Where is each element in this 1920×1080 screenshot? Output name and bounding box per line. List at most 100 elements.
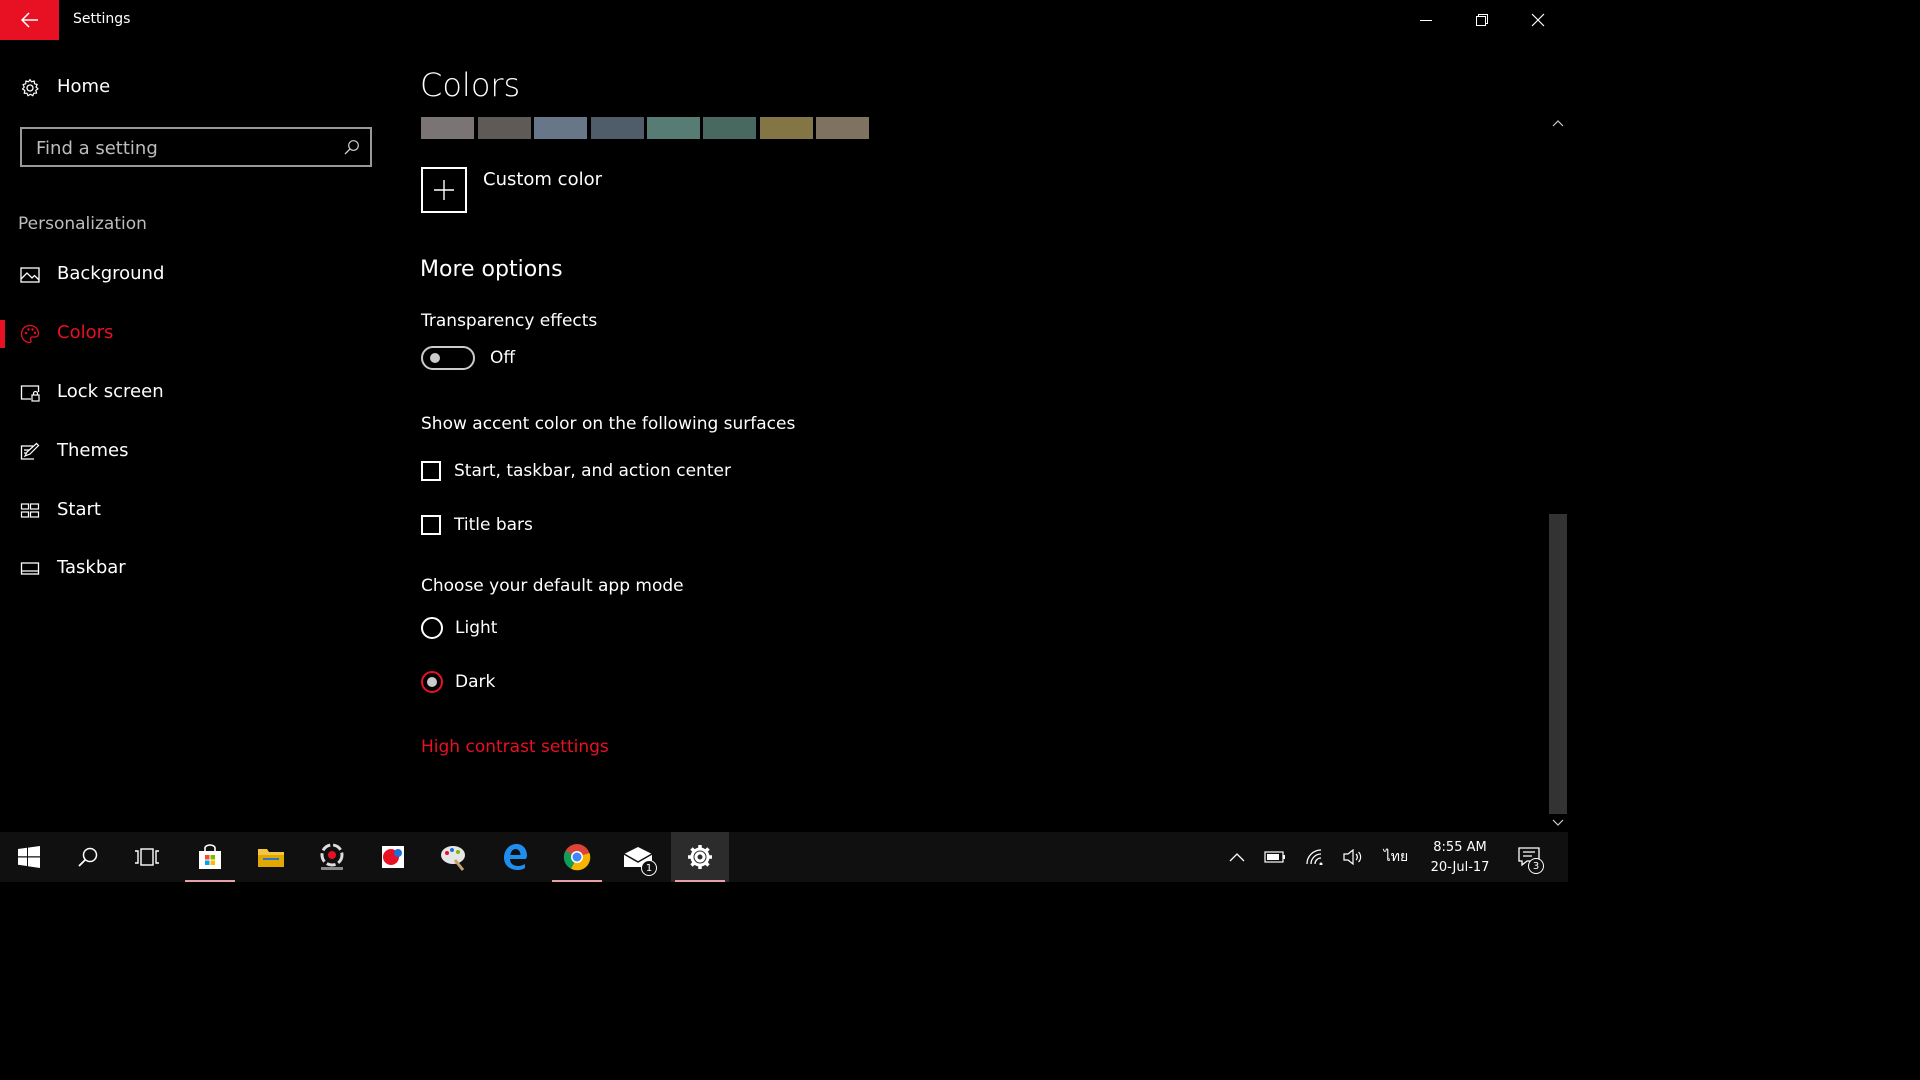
- palette-icon: [20, 324, 40, 344]
- custom-color-label[interactable]: Custom color: [483, 169, 602, 190]
- color-swatch[interactable]: [421, 117, 474, 139]
- paint-app-button[interactable]: [364, 832, 422, 882]
- checkbox[interactable]: [421, 515, 441, 535]
- radio-button[interactable]: [421, 617, 443, 639]
- wifi-icon: [1306, 849, 1323, 865]
- section-heading-personalization: Personalization: [18, 214, 147, 234]
- search-icon: [78, 847, 98, 867]
- settings-app-button[interactable]: [671, 832, 729, 882]
- taskbar: 1 ไทย 8:55 AM 20-Jul-17 3: [0, 832, 1568, 882]
- transparency-toggle[interactable]: [421, 346, 475, 370]
- sidebar-item-themes[interactable]: Themes: [0, 432, 380, 472]
- color-swatch[interactable]: [703, 117, 756, 139]
- themes-icon: [20, 442, 40, 460]
- home-label: Home: [57, 76, 111, 97]
- sidebar-item-label: Colors: [57, 322, 114, 343]
- color-swatch[interactable]: [534, 117, 587, 139]
- radio-label: Dark: [455, 672, 496, 692]
- radio-light[interactable]: Light: [421, 615, 497, 641]
- search-taskbar-button[interactable]: [59, 832, 117, 882]
- checkbox-title-bars[interactable]: Title bars: [421, 512, 533, 538]
- window-title: Settings: [73, 11, 131, 27]
- sidebar-item-label: Themes: [57, 440, 129, 461]
- chevron-up-icon: [1229, 853, 1245, 862]
- search-input[interactable]: [34, 129, 338, 167]
- checkbox-start-taskbar[interactable]: Start, taskbar, and action center: [421, 458, 731, 484]
- palette-brush-icon: [441, 846, 465, 871]
- app-mode-label: Choose your default app mode: [421, 576, 684, 596]
- battery-tray-button[interactable]: [1260, 832, 1290, 882]
- task-view-button[interactable]: [118, 832, 176, 882]
- toggle-state-text: Off: [490, 348, 516, 368]
- clock[interactable]: 8:55 AM 20-Jul-17: [1425, 838, 1495, 878]
- task-view-icon: [135, 848, 159, 866]
- radio-dark[interactable]: Dark: [421, 669, 495, 695]
- edge-browser-button[interactable]: [486, 832, 544, 882]
- notification-badge: 3: [1528, 858, 1544, 874]
- sidebar-item-background[interactable]: Background: [0, 255, 380, 295]
- toggle-knob: [430, 353, 440, 363]
- scroll-down-icon[interactable]: [1549, 816, 1567, 828]
- back-button[interactable]: [0, 0, 59, 40]
- network-tray-button[interactable]: [1300, 832, 1330, 882]
- folder-icon: [258, 849, 284, 867]
- sidebar-item-start[interactable]: Start: [0, 491, 380, 531]
- sidebar-item-label: Background: [57, 263, 165, 284]
- color-swatch[interactable]: [760, 117, 813, 139]
- speaker-icon: [1343, 849, 1362, 865]
- store-icon: [199, 844, 221, 869]
- start-button[interactable]: [0, 832, 58, 882]
- sidebar-item-label: Lock screen: [57, 381, 164, 402]
- action-center-button[interactable]: 3: [1512, 832, 1546, 882]
- checkbox-label: Title bars: [454, 515, 533, 535]
- gear-icon: [688, 845, 712, 869]
- search-box[interactable]: [20, 127, 372, 167]
- clock-date: 20-Jul-17: [1430, 860, 1490, 875]
- color-swatch[interactable]: [478, 117, 531, 139]
- paint-icon: [382, 846, 404, 868]
- radio-button[interactable]: [421, 671, 443, 693]
- color-swatch[interactable]: [816, 117, 869, 139]
- photoscape-icon: [320, 843, 344, 870]
- custom-color-button[interactable]: [421, 167, 467, 213]
- input-language-indicator[interactable]: ไทย: [1378, 832, 1414, 882]
- back-arrow-icon: [20, 12, 38, 28]
- photoscape-button[interactable]: [303, 832, 361, 882]
- chrome-browser-button[interactable]: [548, 832, 606, 882]
- plus-icon: [434, 180, 454, 200]
- battery-icon: [1264, 851, 1285, 863]
- scroll-up-icon[interactable]: [1549, 118, 1567, 130]
- start-icon: [20, 503, 40, 518]
- color-swatch[interactable]: [647, 117, 700, 139]
- checkbox[interactable]: [421, 461, 441, 481]
- sidebar-item-colors[interactable]: Colors: [0, 314, 380, 354]
- taskbar-icon: [20, 562, 40, 575]
- minimize-button[interactable]: [1398, 0, 1454, 40]
- store-app-button[interactable]: [181, 832, 239, 882]
- chrome-icon: [563, 844, 591, 871]
- radio-label: Light: [455, 618, 498, 638]
- close-button[interactable]: [1510, 0, 1566, 40]
- sidebar-item-taskbar[interactable]: Taskbar: [0, 549, 380, 589]
- transparency-label: Transparency effects: [421, 311, 598, 331]
- sidebar-item-lock-screen[interactable]: Lock screen: [0, 373, 380, 413]
- windows-logo-icon: [18, 846, 40, 868]
- scrollbar-thumb[interactable]: [1549, 514, 1567, 814]
- mail-badge: 1: [641, 860, 657, 876]
- high-contrast-link[interactable]: High contrast settings: [421, 737, 609, 757]
- sidebar-item-label: Taskbar: [57, 557, 126, 578]
- search-icon[interactable]: [344, 139, 360, 155]
- show-hidden-icons-button[interactable]: [1222, 832, 1252, 882]
- paint-brush-app-button[interactable]: [425, 832, 483, 882]
- restore-icon: [1476, 14, 1488, 26]
- edge-icon: [504, 844, 527, 870]
- restore-button[interactable]: [1454, 0, 1510, 40]
- lock-screen-icon: [20, 385, 40, 402]
- picture-icon: [20, 267, 40, 283]
- home-nav-item[interactable]: Home: [0, 68, 380, 108]
- volume-tray-button[interactable]: [1338, 832, 1368, 882]
- close-icon: [1531, 13, 1545, 27]
- mail-app-button[interactable]: 1: [609, 832, 667, 882]
- file-explorer-button[interactable]: [242, 832, 300, 882]
- color-swatch[interactable]: [591, 117, 644, 139]
